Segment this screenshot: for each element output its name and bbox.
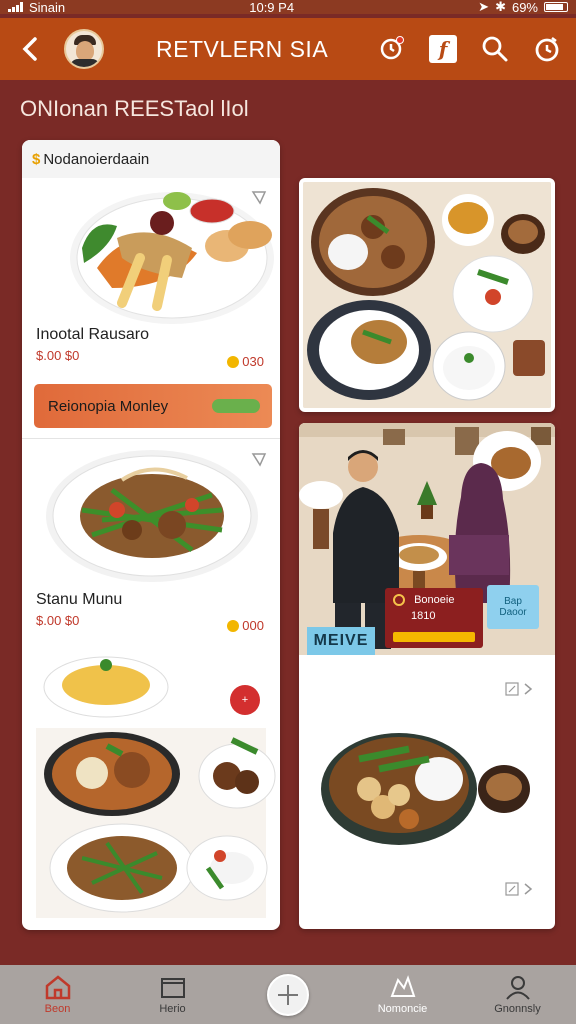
promo-bar xyxy=(393,632,475,642)
expand-button[interactable] xyxy=(505,681,537,697)
share-icon[interactable] xyxy=(250,450,268,468)
back-button[interactable] xyxy=(14,33,46,65)
expand-button[interactable] xyxy=(505,881,537,897)
divider xyxy=(22,438,280,439)
clock: 10:9 P4 xyxy=(249,0,295,15)
brand-icon: f xyxy=(429,35,457,63)
app-title: RETVLERN SIA xyxy=(156,35,329,62)
home-icon xyxy=(45,975,70,1000)
map-icon xyxy=(390,975,415,997)
signal-icon xyxy=(8,2,23,12)
chip-line: Daoor xyxy=(499,607,527,618)
radio-icon xyxy=(393,594,405,607)
item-badge: 000 xyxy=(227,618,264,633)
nav-item-add[interactable] xyxy=(230,973,345,1016)
item-price: $.00 $0 xyxy=(36,348,80,363)
nav-item-home[interactable]: Beon xyxy=(0,974,115,1015)
back-icon xyxy=(22,37,37,61)
search-button[interactable] xyxy=(480,34,510,64)
app-header: RETVLERN SIA f xyxy=(0,18,576,80)
notification-dot xyxy=(396,36,404,44)
progress-bar xyxy=(212,399,260,413)
dish-image xyxy=(321,733,530,845)
item-price: $.00 $0 xyxy=(36,613,80,628)
coin-icon xyxy=(227,355,240,368)
order-button[interactable]: Reionopia Monley xyxy=(34,384,272,428)
status-bar: Sinain 10:9 P4 ➤ ✱ 69% xyxy=(0,0,576,15)
add-icon xyxy=(277,984,298,1005)
open-external-icon xyxy=(505,882,519,896)
notification-button[interactable] xyxy=(376,34,406,64)
menu-card: $ Nodanoierdaain Inootal Rausaro $.00 $0… xyxy=(22,140,280,930)
folder-icon xyxy=(160,978,185,998)
nav-item-profile[interactable]: Gnonnsly xyxy=(460,974,575,1015)
menu-card-header: $ Nodanoierdaain xyxy=(22,140,280,178)
dollar-icon: $ xyxy=(32,150,41,168)
add-to-cart-button[interactable]: + xyxy=(230,685,260,715)
search-icon xyxy=(482,36,508,62)
dish-image xyxy=(46,450,258,582)
avatar[interactable] xyxy=(64,29,104,69)
battery-icon xyxy=(544,2,568,12)
timer-button[interactable] xyxy=(532,34,562,64)
carrier-name: Sinain xyxy=(29,0,66,15)
featured-dish-card[interactable] xyxy=(299,178,555,412)
open-external-icon xyxy=(505,682,519,696)
profile-icon xyxy=(505,976,530,1000)
item-name: Inootal Rausaro xyxy=(36,326,149,343)
promo-value: 1810 xyxy=(411,610,436,623)
promo-box[interactable]: Bonoeie 1810 xyxy=(385,588,483,648)
page-title: ONIonan REESTaol lIol xyxy=(20,96,249,121)
coin-icon xyxy=(227,619,240,632)
battery-percent: 69% xyxy=(511,0,538,15)
menu-card-title: Nodanoierdaain xyxy=(43,150,150,168)
location-icon: ➤ xyxy=(478,0,490,14)
bottom-nav: Beon Herio Nomoncie Gnonnsly xyxy=(0,965,576,1024)
restaurant-card[interactable]: Bonoeie 1810 Bap Daoor MEIVE xyxy=(299,423,555,929)
brand-button[interactable]: f xyxy=(428,34,458,64)
chevron-right-icon xyxy=(524,683,533,695)
dish-image xyxy=(70,192,274,324)
dish-image xyxy=(303,182,551,408)
add-button[interactable] xyxy=(266,973,309,1016)
menu-item[interactable]: Inootal Rausaro xyxy=(22,178,280,354)
info-chip[interactable]: Bap Daoor xyxy=(487,585,539,629)
timer-icon xyxy=(535,37,559,62)
menu-item[interactable] xyxy=(22,440,280,590)
nav-item-history[interactable]: Herio xyxy=(115,974,230,1015)
promo-title: Bonoeie xyxy=(414,594,455,606)
menu-tag[interactable]: MEIVE xyxy=(307,627,375,655)
chevron-right-icon xyxy=(524,883,533,895)
chip-line: Bap xyxy=(504,596,522,607)
share-icon[interactable] xyxy=(250,188,268,206)
dish-image xyxy=(36,728,276,918)
item-name: Stanu Munu xyxy=(36,591,123,608)
nav-item-notifications[interactable]: Nomoncie xyxy=(345,974,460,1015)
bluetooth-icon: ✱ xyxy=(495,0,506,14)
item-badge: 030 xyxy=(227,354,264,369)
